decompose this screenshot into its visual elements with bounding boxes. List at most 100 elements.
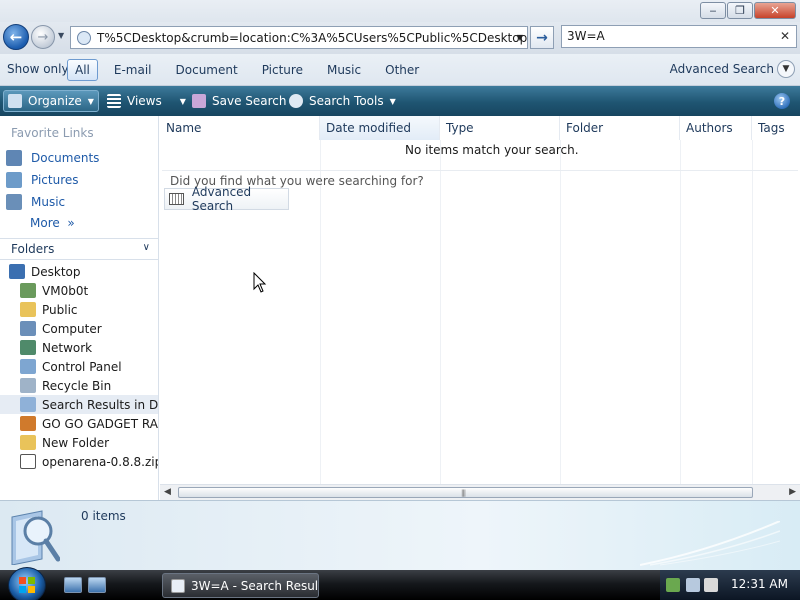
tree-item-label: openarena-0.8.8.zip bbox=[42, 454, 158, 469]
column-header-authors[interactable]: Authors bbox=[680, 116, 752, 140]
mouse-cursor-icon bbox=[253, 272, 267, 293]
start-button[interactable] bbox=[8, 567, 46, 600]
horizontal-scrollbar[interactable]: ◀ ||| ▶ bbox=[160, 484, 800, 500]
forward-button[interactable]: → bbox=[31, 25, 55, 49]
network-tray-icon[interactable] bbox=[666, 578, 680, 592]
clear-search-icon[interactable]: ✕ bbox=[780, 29, 790, 43]
empty-results-message: No items match your search. bbox=[405, 143, 579, 157]
tree-item-network[interactable]: Network bbox=[0, 338, 158, 357]
tree-item-label: New Folder bbox=[42, 435, 110, 450]
column-divider bbox=[752, 140, 753, 484]
more-links-button[interactable]: More » bbox=[30, 216, 75, 230]
folders-header[interactable]: Folders ∨ bbox=[0, 238, 158, 260]
tree-item-computer[interactable]: Computer bbox=[0, 319, 158, 338]
scroll-left-icon[interactable]: ◀ bbox=[164, 487, 171, 497]
desktop-icon bbox=[9, 264, 25, 279]
chevron-down-icon: ▼ bbox=[389, 96, 396, 106]
column-divider bbox=[320, 140, 321, 484]
favorite-links-heading: Favorite Links bbox=[11, 126, 94, 140]
favorite-link-documents[interactable]: Documents bbox=[6, 148, 99, 168]
show-desktop-icon[interactable] bbox=[64, 577, 82, 593]
tree-item-search-results[interactable]: Search Results in Desktop bbox=[0, 395, 158, 414]
filter-document[interactable]: Document bbox=[168, 59, 246, 81]
grip-icon: ||| bbox=[461, 489, 466, 497]
taskbar-window-button[interactable]: 3W=A - Search Results bbox=[162, 573, 319, 598]
tree-item-recycle-bin[interactable]: Recycle Bin bbox=[0, 376, 158, 395]
display-tray-icon[interactable] bbox=[686, 578, 700, 592]
favorite-link-music[interactable]: Music bbox=[6, 192, 65, 212]
column-header-type[interactable]: Type bbox=[440, 116, 560, 140]
recycle-bin-icon bbox=[20, 378, 36, 393]
switch-windows-icon[interactable] bbox=[88, 577, 106, 593]
more-label: More bbox=[30, 216, 60, 230]
close-button[interactable]: ✕ bbox=[754, 2, 796, 19]
tree-item-control-panel[interactable]: Control Panel bbox=[0, 357, 158, 376]
clock[interactable]: 12:31 AM bbox=[731, 577, 788, 591]
tree-item-vm0b0t[interactable]: VM0b0t bbox=[0, 281, 158, 300]
save-search-icon bbox=[192, 94, 206, 108]
details-pane: 0 items bbox=[0, 500, 800, 570]
windows-logo-icon bbox=[19, 577, 35, 593]
organize-button[interactable]: Organize ▼ bbox=[3, 90, 99, 112]
column-header-folder[interactable]: Folder bbox=[560, 116, 680, 140]
organize-icon bbox=[8, 94, 22, 108]
search-tools-icon bbox=[289, 94, 303, 108]
filter-all[interactable]: All bbox=[67, 59, 98, 81]
maximize-button[interactable]: ❐ bbox=[727, 2, 753, 19]
pictures-icon bbox=[6, 172, 22, 188]
back-button[interactable]: ← bbox=[3, 24, 29, 50]
search-tools-button[interactable]: Search Tools ▼ bbox=[289, 90, 396, 112]
search-folder-icon bbox=[20, 397, 36, 412]
advanced-search-button[interactable]: Advanced Search bbox=[164, 185, 289, 213]
column-divider bbox=[680, 140, 681, 484]
save-search-button[interactable]: Save Search bbox=[192, 90, 287, 112]
music-icon bbox=[6, 194, 22, 210]
scrollbar-thumb[interactable]: ||| bbox=[178, 487, 753, 498]
search-input-value: 3W=A bbox=[567, 29, 605, 43]
chevron-down-icon[interactable]: ▼ bbox=[777, 60, 795, 78]
filter-email[interactable]: E-mail bbox=[106, 59, 160, 81]
filter-list: All E-mail Document Picture Music Other bbox=[67, 59, 435, 81]
taskbar: 3W=A - Search Results 12:31 AM bbox=[0, 567, 800, 600]
divider bbox=[162, 170, 798, 171]
views-icon bbox=[107, 94, 121, 108]
search-input[interactable]: 3W=A ✕ bbox=[561, 25, 797, 48]
user-folder-icon bbox=[20, 283, 36, 298]
folders-heading: Folders bbox=[11, 242, 55, 256]
folder-icon bbox=[20, 302, 36, 317]
tree-item-desktop[interactable]: Desktop bbox=[0, 262, 158, 281]
tree-item-openarena-zip[interactable]: openarena-0.8.8.zip bbox=[0, 452, 158, 471]
tree-item-label: Desktop bbox=[31, 264, 81, 279]
recent-pages-dropdown[interactable]: ▼ bbox=[58, 31, 64, 40]
tree-item-go-go-gadget[interactable]: GO GO GADGET RAPIDSHARE bbox=[0, 414, 158, 433]
search-folder-large-icon bbox=[11, 510, 60, 565]
favorite-link-label: Documents bbox=[31, 151, 100, 165]
forward-arrow-icon: → bbox=[37, 29, 49, 45]
tree-item-public[interactable]: Public bbox=[0, 300, 158, 319]
address-dropdown-icon[interactable]: ▼ bbox=[517, 33, 523, 42]
address-bar[interactable]: T%5CDesktop&crumb=location:C%3A%5CUsers%… bbox=[70, 26, 528, 49]
go-button[interactable]: → bbox=[530, 26, 554, 49]
show-only-label: Show only: bbox=[7, 62, 72, 76]
help-icon[interactable]: ? bbox=[774, 93, 790, 109]
column-header-date-modified[interactable]: Date modified bbox=[320, 116, 440, 140]
control-panel-icon bbox=[20, 359, 36, 374]
chevron-down-icon[interactable]: ∨ bbox=[143, 242, 150, 253]
tree-item-new-folder[interactable]: New Folder bbox=[0, 433, 158, 452]
filter-music[interactable]: Music bbox=[319, 59, 369, 81]
filter-other[interactable]: Other bbox=[377, 59, 427, 81]
column-header-name[interactable]: Name bbox=[160, 116, 320, 140]
taskbar-window-label: 3W=A - Search Results bbox=[191, 578, 319, 593]
scroll-right-icon[interactable]: ▶ bbox=[789, 487, 796, 497]
tree-item-label: Computer bbox=[42, 321, 102, 336]
column-header-label: Name bbox=[166, 121, 202, 135]
tree-item-label: VM0b0t bbox=[42, 283, 89, 298]
favorite-link-pictures[interactable]: Pictures bbox=[6, 170, 79, 190]
advanced-search-link[interactable]: Advanced Search bbox=[670, 62, 774, 76]
filter-picture[interactable]: Picture bbox=[254, 59, 311, 81]
views-button[interactable]: Views ▼ bbox=[107, 90, 186, 112]
app-icon bbox=[20, 416, 36, 431]
volume-muted-icon[interactable] bbox=[704, 578, 718, 592]
column-header-tags[interactable]: Tags bbox=[752, 116, 800, 140]
minimize-button[interactable]: ‒ bbox=[700, 2, 726, 19]
